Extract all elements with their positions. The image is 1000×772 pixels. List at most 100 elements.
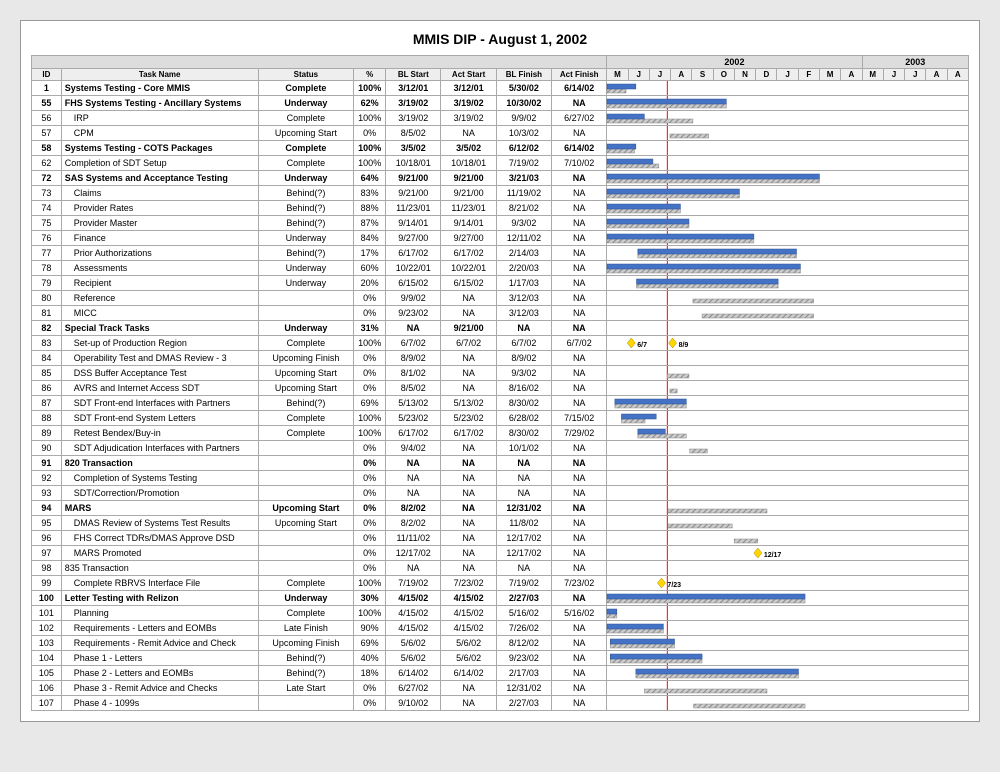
table-row: 55 FHS Systems Testing - Ancillary Syste…: [32, 96, 969, 111]
row-task: SAS Systems and Acceptance Testing: [61, 171, 258, 186]
row-act-start: 3/19/02: [441, 111, 496, 126]
row-act-start: NA: [441, 516, 496, 531]
row-task: Reference: [61, 291, 258, 306]
row-id: 105: [32, 666, 62, 681]
row-bl-start: 9/10/02: [386, 696, 441, 711]
table-row: 96 FHS Correct TDRs/DMAS Approve DSD 0% …: [32, 531, 969, 546]
row-pct: 100%: [354, 426, 386, 441]
row-bl-start: 9/4/02: [386, 441, 441, 456]
row-status: Complete: [258, 81, 354, 96]
row-bl-finish: 12/17/02: [496, 546, 551, 561]
row-task: Operability Test and DMAS Review - 3: [61, 351, 258, 366]
row-bl-start: 11/23/01: [386, 201, 441, 216]
row-id: 57: [32, 126, 62, 141]
row-act-start: NA: [441, 546, 496, 561]
row-pct: 0%: [354, 531, 386, 546]
row-bl-finish: 9/9/02: [496, 111, 551, 126]
row-act-start: 6/14/02: [441, 666, 496, 681]
row-id: 87: [32, 396, 62, 411]
row-gantt: [607, 486, 969, 501]
row-task: Systems Testing - COTS Packages: [61, 141, 258, 156]
month-A2: A: [841, 69, 862, 81]
row-bl-start: 9/27/00: [386, 231, 441, 246]
row-gantt: [607, 216, 969, 231]
row-bl-start: NA: [386, 486, 441, 501]
row-bl-finish: 3/12/03: [496, 306, 551, 321]
row-act-start: 10/22/01: [441, 261, 496, 276]
row-pct: 0%: [354, 546, 386, 561]
row-bl-finish: 12/11/02: [496, 231, 551, 246]
row-status: Behind(?): [258, 201, 354, 216]
row-id: 96: [32, 531, 62, 546]
row-act-start: 6/7/02: [441, 336, 496, 351]
row-gantt: [607, 261, 969, 276]
row-id: 77: [32, 246, 62, 261]
row-gantt: [607, 231, 969, 246]
row-gantt: [607, 561, 969, 576]
row-status: Complete: [258, 426, 354, 441]
col-bl-start: BL Start: [386, 69, 441, 81]
month-J5: J: [905, 69, 926, 81]
table-row: 81 MICC 0% 9/23/02 NA 3/12/03 NA: [32, 306, 969, 321]
row-task: FHS Systems Testing - Ancillary Systems: [61, 96, 258, 111]
month-J1: J: [628, 69, 649, 81]
table-row: 101 Planning Complete 100% 4/15/02 4/15/…: [32, 606, 969, 621]
row-task: IRP: [61, 111, 258, 126]
row-pct: 100%: [354, 156, 386, 171]
row-act-finish: NA: [552, 516, 607, 531]
row-task: Retest Bendex/Buy-in: [61, 426, 258, 441]
row-bl-start: 6/15/02: [386, 276, 441, 291]
row-act-finish: 6/7/02: [552, 336, 607, 351]
row-gantt: [607, 126, 969, 141]
row-gantt: [607, 291, 969, 306]
row-bl-start: NA: [386, 456, 441, 471]
row-task: Provider Rates: [61, 201, 258, 216]
row-act-finish: NA: [552, 681, 607, 696]
table-row: 58 Systems Testing - COTS Packages Compl…: [32, 141, 969, 156]
row-act-start: 6/17/02: [441, 426, 496, 441]
row-act-start: 11/23/01: [441, 201, 496, 216]
row-id: 88: [32, 411, 62, 426]
month-S1: S: [692, 69, 713, 81]
row-bl-start: 12/17/02: [386, 546, 441, 561]
row-bl-finish: NA: [496, 456, 551, 471]
row-status: [258, 306, 354, 321]
row-gantt: 7/23: [607, 576, 969, 591]
row-pct: 0%: [354, 516, 386, 531]
row-pct: 0%: [354, 486, 386, 501]
row-bl-finish: 3/21/03: [496, 171, 551, 186]
month-F1: F: [798, 69, 819, 81]
row-id: 82: [32, 321, 62, 336]
row-id: 81: [32, 306, 62, 321]
row-id: 95: [32, 516, 62, 531]
row-bl-start: 9/14/01: [386, 216, 441, 231]
row-id: 85: [32, 366, 62, 381]
row-act-finish: NA: [552, 201, 607, 216]
row-act-finish: NA: [552, 351, 607, 366]
row-act-finish: NA: [552, 666, 607, 681]
row-pct: 0%: [354, 471, 386, 486]
table-row: 82 Special Track Tasks Underway 31% NA 9…: [32, 321, 969, 336]
table-row: 89 Retest Bendex/Buy-in Complete 100% 6/…: [32, 426, 969, 441]
row-task: Provider Master: [61, 216, 258, 231]
month-header-row: ID Task Name Status % BL Start Act Start…: [32, 69, 969, 81]
row-id: 106: [32, 681, 62, 696]
row-gantt: [607, 306, 969, 321]
table-row: 86 AVRS and Internet Access SDT Upcoming…: [32, 381, 969, 396]
row-act-finish: NA: [552, 96, 607, 111]
month-N1: N: [734, 69, 755, 81]
row-bl-finish: 10/3/02: [496, 126, 551, 141]
row-id: 93: [32, 486, 62, 501]
row-id: 73: [32, 186, 62, 201]
row-act-start: 9/21/00: [441, 171, 496, 186]
row-task: Phase 2 - Letters and EOMBs: [61, 666, 258, 681]
row-task: Prior Authorizations: [61, 246, 258, 261]
row-gantt: [607, 531, 969, 546]
row-status: Underway: [258, 276, 354, 291]
table-row: 103 Requirements - Remit Advice and Chec…: [32, 636, 969, 651]
table-row: 94 MARS Upcoming Start 0% 8/2/02 NA 12/3…: [32, 501, 969, 516]
row-bl-start: 9/21/00: [386, 171, 441, 186]
row-pct: 40%: [354, 651, 386, 666]
row-bl-finish: 8/12/02: [496, 636, 551, 651]
row-id: 76: [32, 231, 62, 246]
